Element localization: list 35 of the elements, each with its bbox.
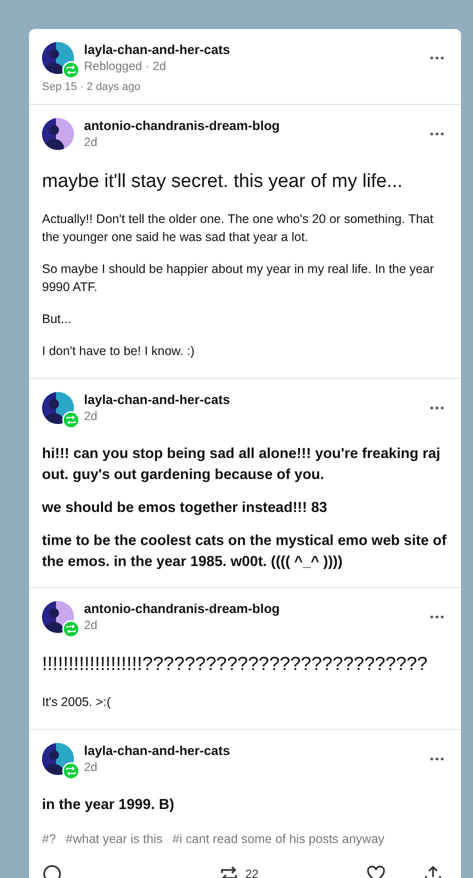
reblog-icon[interactable] <box>219 864 240 878</box>
post-title: !!!!!!!!!!!!!!!!!!!??????????????????????????? <box>42 653 429 677</box>
post-time: 2d <box>84 408 98 424</box>
post-paragraph: Actually!! Don't tell the older one. The one who's 20 or something. That the younger one said he was sad that year a lot. <box>42 211 434 246</box>
post-paragraph: in the year 1999. B) <box>42 796 176 815</box>
post-date: Sep 15 · 2 days ago <box>41 80 142 95</box>
post-time: 2d <box>84 759 98 775</box>
comment-icon[interactable] <box>42 864 62 878</box>
post-time: 2d <box>84 134 98 150</box>
post-paragraph: we should be emos together instead!!! 83 <box>42 499 328 518</box>
more-options-icon[interactable] <box>430 614 444 618</box>
more-options-icon[interactable] <box>430 56 444 60</box>
blog-name[interactable]: antonio-chandranis-dream-blog <box>84 600 420 617</box>
post-time: 2d <box>84 617 98 633</box>
post-paragraph: So maybe I should be happier about my year in my real life. In the year 9990 ATF. <box>42 261 435 296</box>
post-paragraph: hi!!! can you stop being sad all alone!!! you're freaking raj out. guy's out gardening because of you. <box>42 445 442 485</box>
post-paragraph: It's 2005. >:( <box>42 694 112 711</box>
tag-link[interactable]: #i cant read some of his posts anyway <box>172 832 384 846</box>
post-title: maybe it'll stay secret. this year of my life... <box>42 170 404 194</box>
like-icon[interactable] <box>366 864 386 878</box>
more-options-icon[interactable] <box>430 406 444 410</box>
post-paragraph: time to be the coolest cats on the mystical emo web site of the emos. in the year 1985. w00t. (((( ^_^ )))) <box>42 532 448 572</box>
post-paragraph: But... <box>42 311 72 328</box>
reblog-count: 22 <box>245 867 259 878</box>
more-options-icon[interactable] <box>430 132 444 136</box>
blog-name[interactable]: layla-chan-and-her-cats <box>84 391 420 408</box>
reblog-meta: Reblogged · 2d <box>84 58 168 74</box>
blog-name[interactable]: antonio-chandranis-dream-blog <box>84 117 420 134</box>
more-options-icon[interactable] <box>430 756 444 760</box>
post-paragraph: I don't have to be! I know. :) <box>42 343 196 360</box>
blog-name[interactable]: layla-chan-and-her-cats <box>84 742 420 759</box>
blog-name[interactable]: layla-chan-and-her-cats <box>84 41 420 58</box>
tag-link[interactable]: #? <box>42 832 56 846</box>
share-icon[interactable] <box>422 864 443 878</box>
tag-link[interactable]: #what year is this <box>66 832 162 846</box>
